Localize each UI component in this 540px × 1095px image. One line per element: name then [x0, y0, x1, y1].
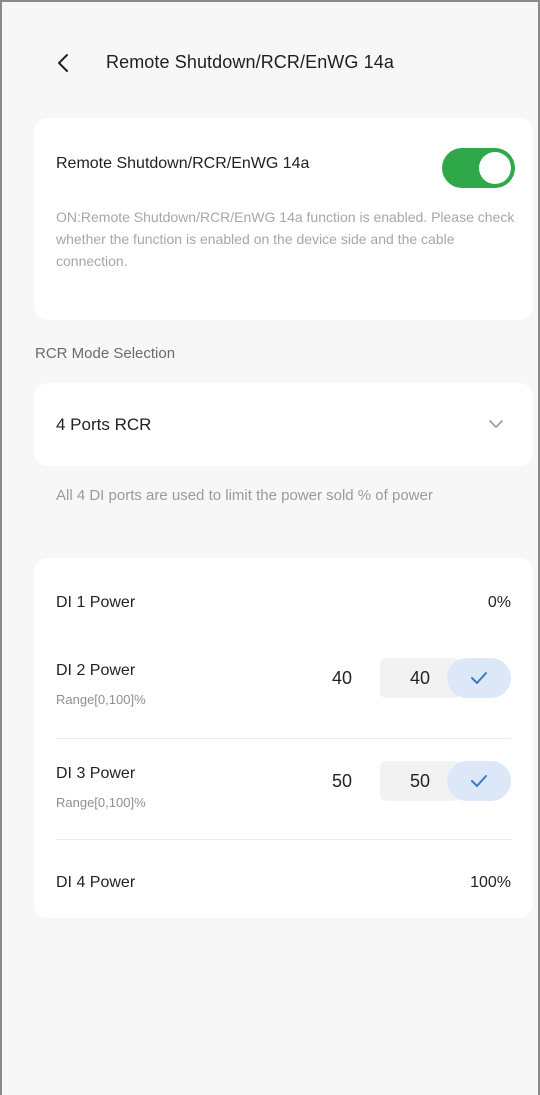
chevron-left-icon — [58, 54, 68, 72]
di-ports-card: DI 1 Power 0% DI 2 Power Range[0,100]% 4… — [34, 558, 533, 918]
page-title: Remote Shutdown/RCR/EnWG 14a — [106, 52, 394, 72]
di-2-range: Range[0,100]% — [56, 692, 146, 707]
di-3-confirm-button[interactable] — [447, 761, 511, 801]
remote-shutdown-toggle[interactable] — [442, 148, 515, 188]
di-2-name: DI 2 Power — [56, 662, 136, 679]
di-3-range: Range[0,100]% — [56, 795, 146, 810]
rcr-mode-selected-value: 4 Ports RCR — [56, 415, 152, 434]
di-3-name: DI 3 Power — [56, 765, 136, 782]
check-icon — [471, 672, 487, 684]
di-1-value: 0% — [487, 594, 511, 611]
header-bar: Remote Shutdown/RCR/EnWG 14a — [2, 40, 538, 86]
row-divider — [56, 839, 511, 840]
di-1-row: DI 1 Power 0% — [56, 592, 511, 622]
di-3-row: DI 3 Power Range[0,100]% 50 — [56, 759, 511, 819]
remote-shutdown-label: Remote Shutdown/RCR/EnWG 14a — [56, 155, 310, 172]
remote-shutdown-card: Remote Shutdown/RCR/EnWG 14a ON:Remote S… — [34, 118, 533, 320]
rcr-mode-hint: All 4 DI ports are used to limit the pow… — [56, 487, 433, 504]
di-3-current-value: 50 — [332, 771, 353, 791]
row-divider — [56, 738, 511, 739]
di-4-value: 100% — [470, 874, 511, 891]
rcr-mode-section-label: RCR Mode Selection — [35, 345, 176, 362]
di-2-current-value: 40 — [332, 668, 353, 688]
remote-shutdown-description: ON:Remote Shutdown/RCR/EnWG 14a function… — [56, 209, 515, 269]
di-4-name: DI 4 Power — [56, 874, 136, 891]
di-2-confirm-button[interactable] — [447, 658, 511, 698]
app-screen: Remote Shutdown/RCR/EnWG 14a Remote Shut… — [0, 0, 540, 1095]
di-1-name: DI 1 Power — [56, 594, 136, 611]
back-button[interactable] — [52, 49, 74, 77]
di-4-row: DI 4 Power 100% — [56, 872, 511, 902]
rcr-mode-dropdown[interactable]: 4 Ports RCR — [34, 383, 533, 466]
di-2-row: DI 2 Power Range[0,100]% 40 — [56, 656, 511, 716]
chevron-down-icon — [489, 420, 503, 428]
toggle-knob — [479, 152, 511, 184]
check-icon — [471, 775, 487, 787]
